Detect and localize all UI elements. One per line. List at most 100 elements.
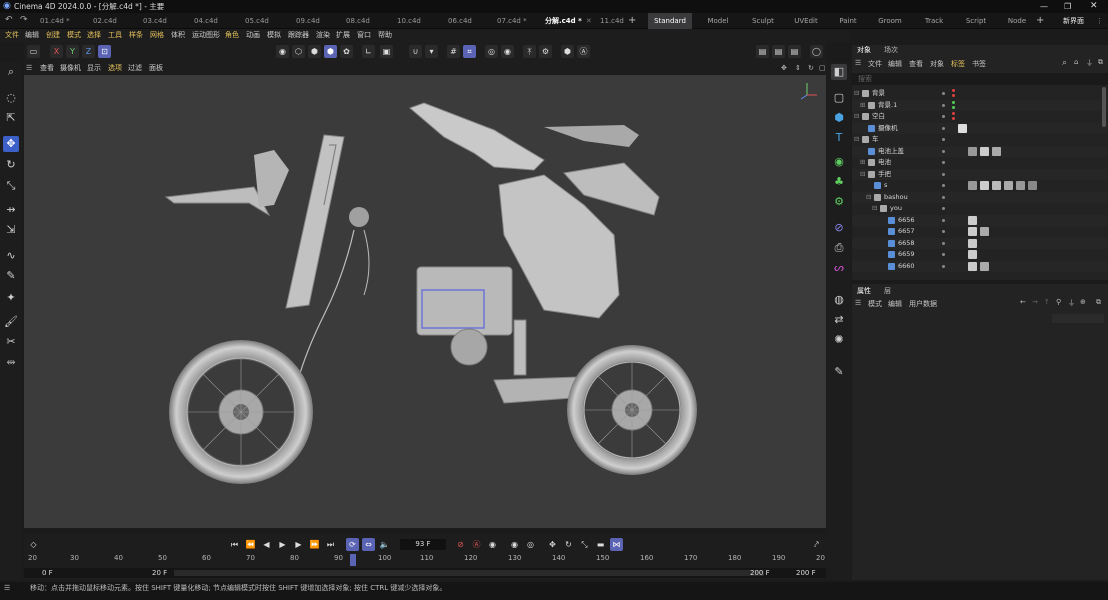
object-row[interactable]: ⊟ 背景 bbox=[852, 88, 1108, 100]
menu-tools[interactable]: 工具 bbox=[108, 29, 122, 42]
3d-viewport[interactable] bbox=[24, 75, 826, 528]
menu-animation[interactable]: 动画 bbox=[246, 29, 260, 42]
om-menu-bookmarks[interactable]: 书签 bbox=[972, 59, 986, 69]
menu-select[interactable]: 选择 bbox=[87, 29, 101, 42]
attr-menu-user-data[interactable]: 用户数据 bbox=[909, 299, 937, 309]
spline-icon[interactable]: ᔕ bbox=[831, 260, 847, 276]
material-tag-icon[interactable] bbox=[1028, 181, 1037, 190]
workspace-tab-groom[interactable]: Groom bbox=[872, 13, 908, 29]
object-row[interactable]: 6658 bbox=[852, 237, 1108, 249]
redo-icon[interactable]: ↷ bbox=[20, 15, 28, 25]
light-icon[interactable]: ✺ bbox=[831, 332, 847, 348]
preview-range-icon[interactable]: ⇔ bbox=[362, 538, 375, 551]
quantize-icon[interactable]: ⌗ bbox=[463, 45, 476, 58]
generator-icon[interactable]: ◉ bbox=[831, 154, 847, 170]
next-frame-icon[interactable]: ▶ bbox=[292, 538, 305, 551]
position-key-icon[interactable]: ◉ bbox=[508, 538, 521, 551]
text-icon[interactable]: T bbox=[831, 130, 847, 146]
solo-icon[interactable]: ⬢ bbox=[561, 45, 574, 58]
render-picture-viewer-icon[interactable]: ▤ bbox=[772, 45, 785, 58]
gear-icon[interactable]: ⚙ bbox=[539, 45, 552, 58]
sketch-tool-icon[interactable]: ✎ bbox=[3, 268, 19, 284]
viewport-layout-icon[interactable]: ☰ bbox=[26, 62, 32, 74]
object-browser-icon[interactable]: ◧ bbox=[831, 64, 847, 80]
loop-icon[interactable]: ⟳ bbox=[346, 538, 359, 551]
move-tool-icon[interactable]: ✥ bbox=[3, 136, 19, 152]
environment-icon[interactable]: ◍ bbox=[831, 292, 847, 308]
new-tab-icon[interactable]: + bbox=[628, 13, 636, 29]
move-key-icon[interactable]: ✥ bbox=[546, 538, 559, 551]
add-workspace-icon[interactable]: + bbox=[1036, 13, 1044, 29]
material-tag-icon[interactable] bbox=[1004, 181, 1013, 190]
lock-icon[interactable]: ⚲ bbox=[1056, 298, 1061, 306]
doc-tab[interactable]: 02.c4d bbox=[93, 13, 117, 29]
new-window-icon[interactable]: ⧉ bbox=[1096, 298, 1101, 307]
axis-x-lock[interactable]: X bbox=[50, 45, 63, 58]
object-row[interactable]: ⊟ 车 bbox=[852, 134, 1108, 146]
object-row[interactable]: ⊟ bashou bbox=[852, 191, 1108, 203]
preview-end-frame[interactable]: 200 F bbox=[750, 569, 770, 577]
tag-icon[interactable]: ⇄ bbox=[831, 312, 847, 328]
texture-mode-icon[interactable]: ✿ bbox=[340, 45, 353, 58]
layout-icon[interactable]: ☰ bbox=[855, 299, 861, 307]
scale-tool-icon[interactable]: ⤡ bbox=[3, 178, 19, 194]
camera-icon[interactable]: ⎙ bbox=[831, 240, 847, 256]
doc-tab[interactable]: 11.c4d bbox=[600, 13, 624, 29]
doc-tab[interactable]: 07.c4d * bbox=[497, 13, 527, 29]
snap-settings-icon[interactable]: ▾ bbox=[425, 45, 438, 58]
object-row[interactable]: ⊞ 背景.1 bbox=[852, 99, 1108, 111]
preview-range-slider[interactable] bbox=[174, 570, 764, 576]
rotate-tool-icon[interactable]: ↻ bbox=[3, 157, 19, 173]
forward-arrow-icon[interactable]: → bbox=[1032, 298, 1038, 306]
grid-snap-icon[interactable]: # bbox=[447, 45, 460, 58]
sound-icon[interactable]: 🔈 bbox=[378, 538, 391, 551]
object-search-input[interactable]: 搜索 bbox=[852, 73, 1108, 85]
mograph-icon[interactable]: ♣ bbox=[831, 174, 847, 190]
status-menu-icon[interactable]: ☰ bbox=[4, 582, 10, 595]
start-frame[interactable]: 0 F bbox=[42, 569, 53, 577]
object-row[interactable]: ⊟ you bbox=[852, 203, 1108, 215]
playhead[interactable] bbox=[350, 554, 356, 566]
fcurve-icon[interactable]: ⤤ bbox=[810, 538, 823, 551]
mirror-icon[interactable]: ᛡ bbox=[523, 45, 536, 58]
phong-tag-icon[interactable] bbox=[968, 238, 977, 248]
go-to-end-icon[interactable]: ⏭ bbox=[324, 538, 337, 551]
end-frame[interactable]: 200 F bbox=[796, 569, 816, 577]
object-row[interactable]: 6660 bbox=[852, 260, 1108, 272]
previous-frame-icon[interactable]: ◀ bbox=[260, 538, 273, 551]
object-row[interactable]: s bbox=[852, 180, 1108, 192]
menu-spline[interactable]: 样条 bbox=[129, 29, 143, 42]
menu-mode[interactable]: 模式 bbox=[67, 29, 81, 42]
menu-simulate[interactable]: 模拟 bbox=[267, 29, 281, 42]
record-icon[interactable]: ⊘ bbox=[454, 538, 467, 551]
brush-tool-icon[interactable]: ✦ bbox=[3, 290, 19, 306]
doc-tab[interactable]: 10.c4d bbox=[397, 13, 421, 29]
attr-menu-edit[interactable]: 编辑 bbox=[888, 299, 902, 309]
doc-tab[interactable]: 06.c4d bbox=[448, 13, 472, 29]
coordinate-system-icon[interactable]: ⊡ bbox=[98, 45, 111, 58]
material-tag-icon[interactable] bbox=[968, 181, 977, 190]
render-view-icon[interactable]: ▤ bbox=[756, 45, 769, 58]
object-row[interactable]: ⊟ 手把 bbox=[852, 168, 1108, 180]
range-bar[interactable]: 0 F 20 F 200 F 200 F bbox=[24, 568, 826, 578]
play-icon[interactable]: ▶ bbox=[276, 538, 289, 551]
axis-mode-icon[interactable]: ∟ bbox=[362, 45, 375, 58]
menu-file[interactable]: 文件 bbox=[5, 29, 19, 42]
param-key-icon[interactable]: ▬ bbox=[594, 538, 607, 551]
preview-start-frame[interactable]: 20 F bbox=[152, 569, 167, 577]
points-mode-icon[interactable]: ◉ bbox=[276, 45, 289, 58]
rotate-key-icon[interactable]: ↻ bbox=[562, 538, 575, 551]
search-icon[interactable]: ⌕ bbox=[1062, 58, 1067, 68]
workspace-tab-model[interactable]: Model bbox=[700, 13, 736, 29]
dolly-view-icon[interactable]: ⇕ bbox=[795, 62, 801, 74]
object-row[interactable]: 6657 bbox=[852, 226, 1108, 238]
redshift-icon[interactable]: ◯ bbox=[810, 45, 823, 58]
material-tag-icon[interactable] bbox=[980, 261, 989, 271]
viewport-menu-panel[interactable]: 面板 bbox=[149, 62, 163, 74]
workspace-tab-paint[interactable]: Paint bbox=[832, 13, 864, 29]
tray-icon[interactable]: ▭ bbox=[27, 45, 40, 58]
up-arrow-icon[interactable]: ↑ bbox=[1044, 298, 1050, 306]
workspace-tab-uvedit[interactable]: UVEdit bbox=[788, 13, 824, 29]
undo-icon[interactable]: ↶ bbox=[5, 15, 13, 25]
cube-icon[interactable]: ▢ bbox=[831, 90, 847, 106]
